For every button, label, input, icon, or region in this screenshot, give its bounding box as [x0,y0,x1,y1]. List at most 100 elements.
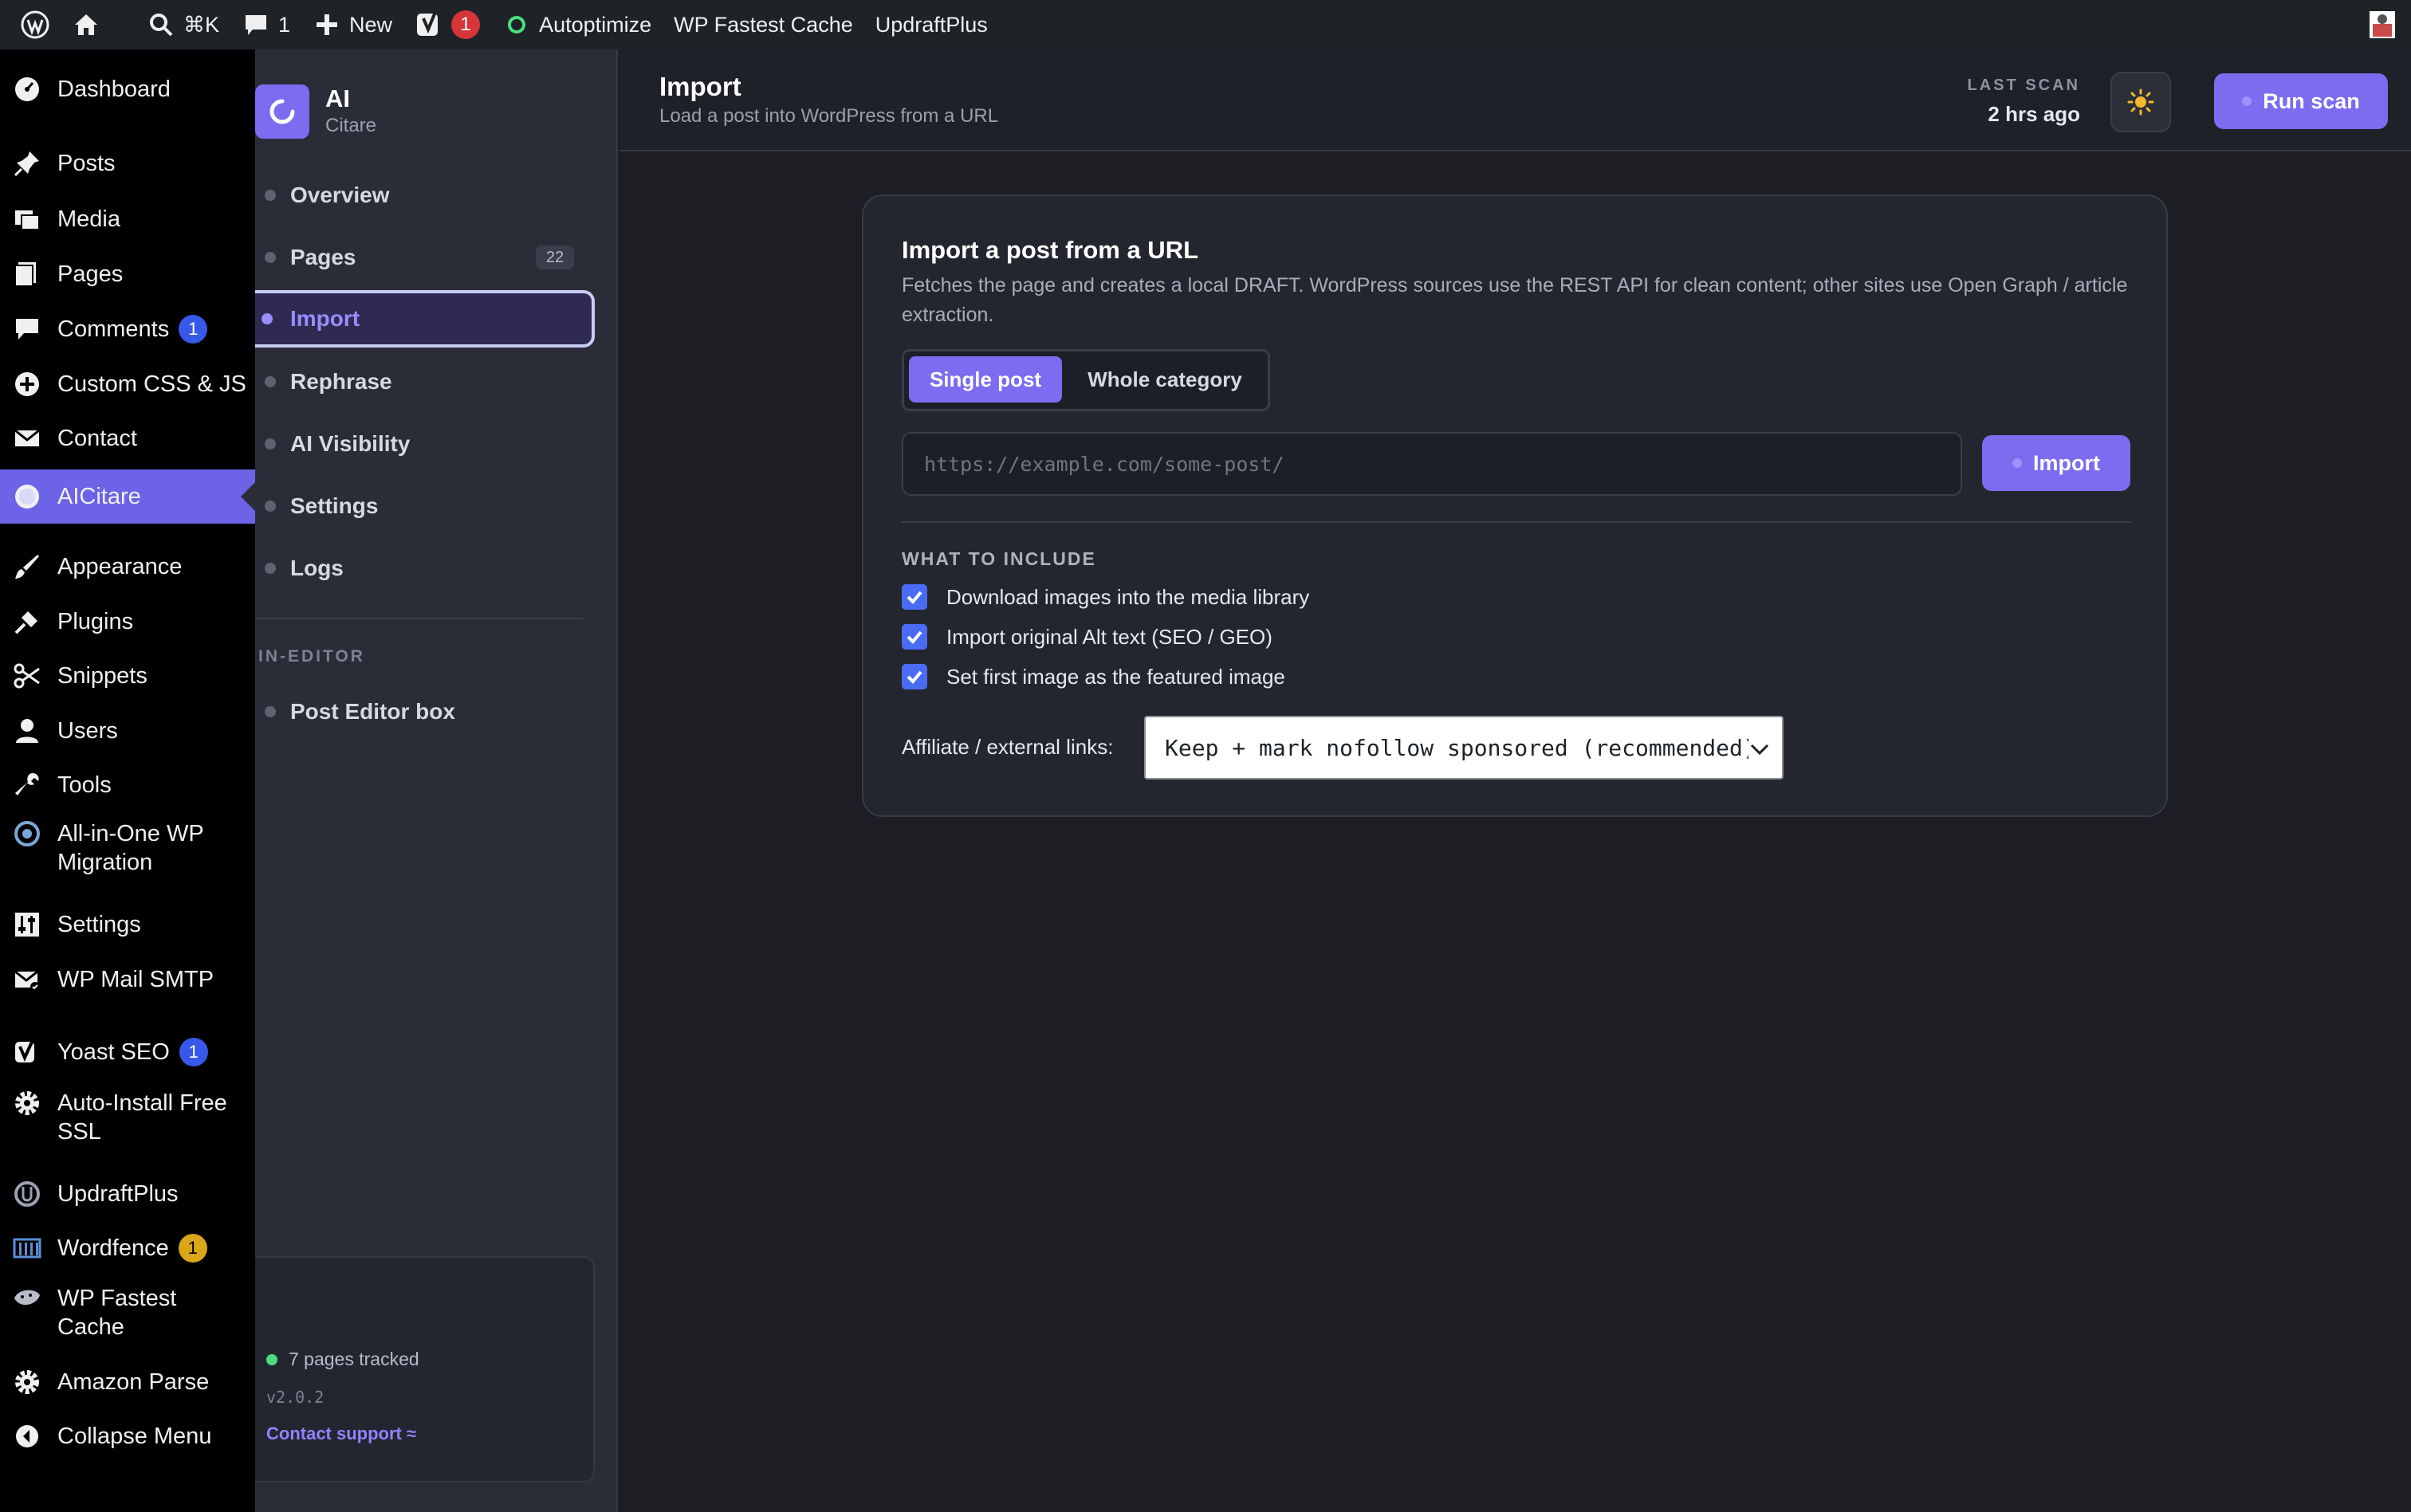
affiliate-links-select[interactable]: Keep + mark nofollow sponsored (recommen… [1144,716,1784,780]
nav-post-editor-box[interactable]: Post Editor box [255,683,595,740]
nav-dot [265,252,276,263]
affiliate-links-value: Keep + mark nofollow sponsored (recommen… [1165,734,1756,761]
nav-logs[interactable]: Logs [255,540,595,597]
option-featured-image[interactable]: Set first image as the featured image [902,664,1285,689]
option-download-images[interactable]: Download images into the media library [902,584,1309,610]
menu-comments[interactable]: Comments 1 [0,305,255,353]
menu-amazon-parse[interactable]: Amazon Parse [0,1358,255,1406]
affiliate-links-label: Affiliate / external links: [902,735,1114,759]
comment-icon [242,10,270,39]
aicitare-icon [13,482,41,511]
updraftplus-button[interactable]: UpdraftPlus [864,0,999,49]
menu-contact[interactable]: Contact [0,414,255,462]
menu-collapse[interactable]: Collapse Menu [0,1412,255,1460]
menu-pages[interactable]: Pages [0,250,255,298]
menu-collapse-label: Collapse Menu [57,1424,212,1449]
menu-yoast-seo[interactable]: Yoast SEO 1 [0,1028,255,1076]
option-download-images-label: Download images into the media library [946,584,1310,609]
wordpress-logo-icon [21,10,49,39]
menu-updraftplus[interactable]: UpdraftPlus [0,1170,255,1218]
mode-whole-category[interactable]: Whole category [1067,356,1263,403]
cheetah-icon [13,1284,41,1313]
aicitare-logo [255,84,309,139]
refresh-icon [269,99,295,124]
url-input[interactable] [902,432,1962,496]
wp-fastest-cache-button[interactable]: WP Fastest Cache [663,0,864,49]
nav-pages[interactable]: Pages 22 [255,229,595,286]
nav-settings[interactable]: Settings [255,477,595,535]
theme-toggle-button[interactable] [2110,72,2171,132]
menu-wp-mail-smtp[interactable]: WP Mail SMTP [0,956,255,1003]
plus-circle-icon [13,370,41,399]
menu-amazon-parse-label: Amazon Parse [57,1369,210,1395]
menu-wordfence[interactable]: Wordfence 1 [0,1224,255,1272]
user-avatar[interactable] [2368,10,2397,40]
nav-rephrase[interactable]: Rephrase [255,353,595,410]
wordpress-logo-button[interactable] [10,0,61,49]
yoast-notification-badge: 1 [451,10,481,39]
site-home-button[interactable] [61,0,112,49]
menu-settings[interactable]: Settings [0,901,255,948]
mode-single-post[interactable]: Single post [909,356,1062,403]
sliders-icon [13,910,41,939]
updraftplus-label: UpdraftPlus [875,12,988,37]
menu-users-label: Users [57,718,118,744]
menu-tools[interactable]: Tools [0,761,255,809]
envelope-icon [13,424,41,453]
menu-auto-install-ssl[interactable]: Auto-Install Free SSL [0,1086,255,1149]
checkbox-checked[interactable] [902,584,927,610]
menu-aicitare[interactable]: AICitare [0,469,255,524]
command-search-button[interactable]: ⌘K [136,0,230,49]
menu-appearance[interactable]: Appearance [0,543,255,591]
import-button-label: Import [2033,450,2100,475]
menu-custom-css-js[interactable]: Custom CSS & JS [0,360,255,408]
nav-ai-visibility[interactable]: AI Visibility [255,415,595,473]
menu-aicitare-label: AICitare [57,484,141,509]
nav-settings-label: Settings [290,493,379,518]
nav-post-editor-box-label: Post Editor box [290,699,455,724]
nav-pages-label: Pages [290,245,356,269]
checkbox-checked[interactable] [902,664,927,689]
menu-wp-fastest-cache[interactable]: WP Fastest Cache [0,1281,255,1345]
pages-icon [13,260,41,289]
option-alt-text[interactable]: Import original Alt text (SEO / GEO) [902,624,1272,650]
menu-updraftplus-label: UpdraftPlus [57,1181,179,1207]
menu-dashboard[interactable]: Dashboard [0,65,255,113]
menu-plugins[interactable]: Plugins [0,598,255,646]
last-scan-value: 2 hrs ago [1988,102,2080,126]
what-to-include-heading: WHAT TO INCLUDE [902,548,1096,569]
yoast-button[interactable]: 1 [403,0,491,49]
section-in-editor: IN-EDITOR [258,647,365,666]
checkbox-checked[interactable] [902,624,927,650]
yoast-badge: 1 [179,1038,208,1066]
option-featured-image-label: Set first image as the featured image [946,664,1285,689]
button-dot [2242,96,2252,106]
menu-dashboard-label: Dashboard [57,77,171,102]
comments-button[interactable]: 1 [230,0,301,49]
autoptimize-label: Autoptimize [539,12,652,37]
nav-overview[interactable]: Overview [255,167,595,224]
menu-ssl-line1: Auto-Install Free [57,1090,227,1116]
menu-wordfence-label: Wordfence [57,1235,169,1261]
menu-ssl-line2: SSL [57,1119,101,1145]
gear-icon [13,1368,41,1396]
card-title: Import a post from a URL [902,236,1199,264]
status-circle-icon [502,10,531,39]
menu-wp-mail-smtp-label: WP Mail SMTP [57,967,214,992]
contact-support-link[interactable]: Contact support ≈ [266,1424,416,1444]
menu-snippets[interactable]: Snippets [0,652,255,700]
menu-posts[interactable]: Posts [0,139,255,187]
plugin-version: v2.0.2 [266,1388,324,1407]
menu-tools-label: Tools [57,772,112,798]
run-scan-label: Run scan [2263,88,2360,113]
menu-all-in-one-wp-migration[interactable]: All-in-One WP Migration [0,816,255,880]
menu-pages-label: Pages [57,261,124,287]
nav-import[interactable]: Import [255,290,595,348]
run-scan-button[interactable]: Run scan [2214,73,2388,129]
import-mode-toggle: Single post Whole category [902,349,1270,411]
new-content-button[interactable]: New [301,0,403,49]
autoptimize-button[interactable]: Autoptimize [491,0,663,49]
menu-media[interactable]: Media [0,195,255,243]
menu-users[interactable]: Users [0,707,255,755]
import-button[interactable]: Import [1982,435,2130,491]
